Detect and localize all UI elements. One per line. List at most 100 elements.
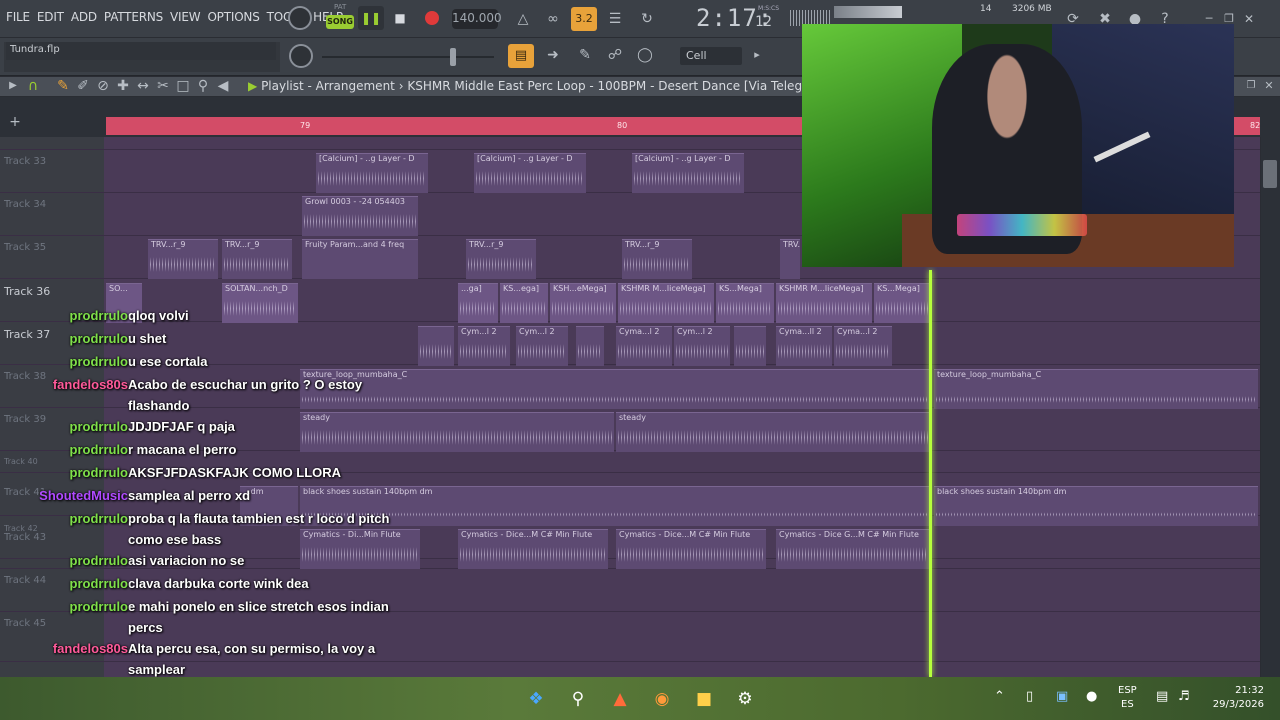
audio-clip[interactable]: TRV...r_9	[222, 239, 292, 279]
audio-clip[interactable]: TRV...r_9	[466, 239, 536, 279]
audio-clip[interactable]	[576, 326, 604, 366]
menu-file[interactable]: FILE	[6, 10, 30, 24]
clip-label: black shoes sustain 140bpm dm	[937, 487, 1067, 496]
audio-clip[interactable]: Growl 0003 - -24 054403	[302, 196, 418, 236]
network-icon[interactable]: ▤	[1156, 689, 1168, 704]
clip-label: SO...	[109, 284, 128, 293]
clip-waveform	[936, 394, 1256, 405]
play-pattern-icon[interactable]: ▶	[248, 79, 257, 93]
snap-value[interactable]: 3.2	[571, 7, 597, 31]
clip-waveform	[578, 339, 602, 364]
clip-waveform	[618, 425, 928, 450]
pitch-knob[interactable]	[289, 44, 313, 68]
menu-add[interactable]: ADD	[71, 10, 97, 24]
audio-clip[interactable]: Cym...l 2	[674, 326, 730, 366]
playlist-button[interactable]: ▤	[508, 44, 534, 68]
audio-clip[interactable]: Cyma...ll 2	[776, 326, 832, 366]
audio-clip[interactable]: Cymatics - Dice...M C# Min Flute	[616, 529, 766, 569]
audio-clip[interactable]: Cymatics - Dice G...M C# Min Flute	[776, 529, 930, 569]
volume-icon[interactable]: ♬	[1178, 689, 1190, 704]
record-button[interactable]	[425, 11, 439, 25]
windows-start-icon[interactable]: ❖	[524, 688, 548, 710]
audio-clip[interactable]: KS...Mega]	[874, 283, 932, 323]
song-mode-button[interactable]: SONG	[326, 15, 354, 29]
audio-clip[interactable]	[734, 326, 766, 366]
pat-label[interactable]: PAT	[334, 3, 346, 11]
chevron-right-icon[interactable]: ▸	[744, 44, 770, 66]
playhead[interactable]	[929, 270, 932, 677]
playback-icon[interactable]: ◀	[210, 75, 236, 97]
clip-label: Cyma...l 2	[619, 327, 660, 336]
audio-clip[interactable]: steady	[616, 412, 930, 452]
plugin-icon[interactable]: ◯	[632, 44, 658, 66]
audio-clip[interactable]: KSHMR M...liceMega]	[618, 283, 714, 323]
menu-edit[interactable]: EDIT	[37, 10, 64, 24]
clock-date: 29/3/2026	[1212, 699, 1264, 710]
audio-clip[interactable]: KSHMR M...liceMega]	[776, 283, 872, 323]
track-name[interactable]: Track 34	[4, 199, 46, 210]
track-name[interactable]: Track 35	[4, 242, 46, 253]
menu-view[interactable]: VIEW	[170, 10, 201, 24]
window-close-icon[interactable]: ✕	[1256, 75, 1280, 97]
clip-waveform	[778, 542, 928, 567]
chat-text: r macana el perro	[128, 442, 237, 457]
step-edit-icon[interactable]: ☰	[602, 8, 628, 30]
master-pitch-thumb[interactable]	[450, 48, 456, 66]
audio-clip[interactable]: [Calcium] - ..g Layer - D	[316, 153, 428, 193]
chat-message: prodrrulo qloq volvi	[0, 305, 520, 328]
system-clock[interactable]: 21:32 29/3/2026	[1204, 684, 1264, 712]
chat-message: prodrrulo JDJDFJAF q paja	[0, 416, 520, 439]
chat-message: prodrrulo e mahi ponelo en slice stretch …	[0, 596, 520, 638]
clip-label: Cymatics - Dice G...M C# Min Flute	[779, 530, 919, 539]
arrow-right-icon[interactable]: ➜	[540, 44, 566, 66]
wait-for-input-icon[interactable]: ∞	[540, 8, 566, 30]
metronome-icon[interactable]: △	[510, 8, 536, 30]
chat-message: prodrrulo u ese cortala	[0, 351, 520, 374]
clip-label: Cyma...ll 2	[779, 327, 822, 336]
close-icon[interactable]: ✕	[1236, 8, 1262, 30]
link-icon[interactable]: ☍	[602, 44, 628, 66]
audio-clip[interactable]: [Calcium] - ..g Layer - D	[632, 153, 744, 193]
audio-clip[interactable]: Cyma...l 2	[834, 326, 892, 366]
chevron-up-icon[interactable]: ⌃	[994, 689, 1005, 704]
usb-icon[interactable]: ▯	[1026, 689, 1033, 704]
audio-clip[interactable]: TRV...r_9	[622, 239, 692, 279]
audio-clip[interactable]: [Calcium] - ..g Layer - D	[474, 153, 586, 193]
search-icon[interactable]: ⚲	[566, 688, 590, 710]
current-pattern-name[interactable]: KSHMR Middle East Perc Loop - 100BPM - D…	[407, 79, 814, 93]
menu-patterns[interactable]: PATTERNS	[104, 10, 163, 24]
snap-mode-select[interactable]: Cell	[680, 47, 742, 65]
audio-clip[interactable]: TRV...r_9	[148, 239, 218, 279]
chat-username: prodrrulo	[69, 553, 129, 568]
stop-button[interactable]: ■	[389, 6, 411, 30]
pause-button[interactable]: ❚❚	[358, 6, 384, 30]
audio-clip[interactable]: Cym...l 2	[516, 326, 568, 366]
brave-browser-icon[interactable]: ▲	[608, 688, 632, 710]
audio-clip[interactable]: black shoes sustain 140bpm dm	[934, 486, 1258, 526]
bluetooth-icon[interactable]: ▣	[1056, 689, 1068, 704]
brush-icon[interactable]: ✎	[572, 44, 598, 66]
automation-clip[interactable]: Fruity Param...and 4 freq	[302, 239, 418, 279]
language-indicator[interactable]: ESP ES	[1118, 684, 1137, 712]
clip-waveform	[304, 209, 416, 234]
audio-clip[interactable]: Cyma...l 2	[616, 326, 672, 366]
tempo-display[interactable]: 140.000	[452, 9, 502, 29]
track-name[interactable]: Track 33	[4, 156, 46, 167]
menu-options[interactable]: OPTIONS	[207, 10, 259, 24]
audio-clip[interactable]: TRV...r_9	[780, 239, 800, 279]
master-pitch-slider[interactable]	[322, 56, 494, 58]
loop-record-icon[interactable]: ↻	[634, 8, 660, 30]
scrollbar-thumb[interactable]	[1263, 160, 1277, 188]
audio-clip[interactable]: KSH...eMega]	[550, 283, 616, 323]
file-explorer-icon[interactable]: ■	[692, 688, 716, 710]
obs-icon[interactable]: ⚙	[733, 688, 757, 710]
master-volume-knob[interactable]	[288, 6, 312, 30]
magnet-icon[interactable]: ∩	[20, 75, 46, 97]
vertical-scrollbar[interactable]	[1261, 137, 1280, 677]
audio-clip[interactable]: KS...Mega]	[716, 283, 774, 323]
track-name[interactable]: Track 36	[4, 285, 50, 298]
microphone-tray-icon[interactable]: ●	[1086, 689, 1097, 704]
audio-clip[interactable]: texture_loop_mumbaha_C	[934, 369, 1258, 409]
fl-studio-icon[interactable]: ◉	[650, 688, 674, 710]
add-track-icon[interactable]: +	[2, 111, 28, 133]
